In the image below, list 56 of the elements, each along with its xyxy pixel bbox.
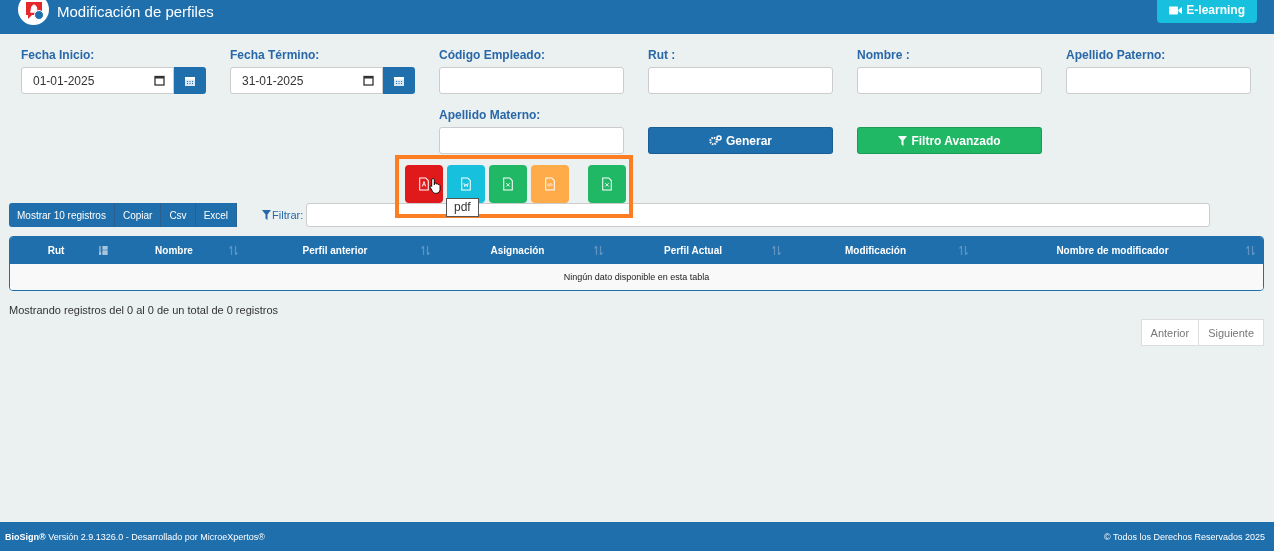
- table-tool-button[interactable]: Mostrar 10 registros: [9, 203, 115, 227]
- calendar-icon: [184, 74, 196, 87]
- code-file-icon: [544, 177, 556, 191]
- column-header[interactable]: Rut: [10, 237, 116, 264]
- calendar-button[interactable]: [383, 67, 415, 94]
- column-header[interactable]: Asignación: [438, 237, 611, 264]
- field-label: Apellido Paterno:: [1066, 48, 1167, 61]
- tooltip: pdf: [446, 198, 479, 217]
- footer-version: BioSign® Versión 2.9.1326.0 - Desarrollado por MicroeXpertos®: [5, 531, 265, 542]
- pdf-export-button[interactable]: [405, 165, 443, 203]
- pdf-file-icon: [418, 177, 430, 191]
- text-field[interactable]: [439, 67, 624, 94]
- generate-button[interactable]: Generar: [648, 127, 833, 154]
- date-field[interactable]: 31-01-2025: [230, 67, 383, 94]
- field-label: Nombre :: [857, 48, 911, 61]
- pagination-button[interactable]: Anterior: [1140, 319, 1200, 346]
- word-file-icon: [460, 177, 472, 191]
- text-field[interactable]: [648, 67, 833, 94]
- spreadsheet-file-icon: [601, 177, 613, 191]
- field-label: Código Empleado:: [439, 48, 546, 61]
- hand-cursor-icon: [429, 177, 443, 194]
- text-field[interactable]: [439, 127, 624, 154]
- spreadsheet-file-icon: [502, 177, 514, 191]
- video-camera-icon: [1169, 5, 1183, 15]
- empty-table-message: Ningún dato disponible en esta tabla: [10, 264, 1263, 290]
- code-export-button[interactable]: [531, 165, 569, 203]
- table-tool-button[interactable]: Excel: [195, 203, 238, 227]
- calendar-icon: [154, 75, 165, 86]
- footer-copyright: © Todos los Derechos Reservados 2025: [1103, 531, 1265, 542]
- table-info: Mostrando registros del 0 al 0 de un total de 0 registros: [9, 304, 280, 316]
- excel-export-button[interactable]: [588, 165, 626, 203]
- column-header[interactable]: Nombre: [116, 237, 246, 264]
- filter-field[interactable]: [306, 203, 1211, 227]
- filter-icon: [262, 210, 272, 220]
- table-tool-button[interactable]: Csv: [161, 203, 196, 227]
- text-field[interactable]: [857, 67, 1042, 94]
- table-tool-button[interactable]: Copiar: [114, 203, 162, 227]
- column-header[interactable]: Perfil Actual: [611, 237, 789, 264]
- field-label: Rut :: [648, 48, 677, 61]
- page-title: Modificación de perfiles: [57, 3, 214, 20]
- pagination-button[interactable]: Siguiente: [1199, 319, 1264, 346]
- calendar-icon: [393, 74, 405, 87]
- text-field[interactable]: [1066, 67, 1251, 94]
- column-header[interactable]: Modificación: [789, 237, 976, 264]
- date-field[interactable]: 01-01-2025: [21, 67, 174, 94]
- filter-label: Filtrar:: [272, 209, 304, 221]
- column-header[interactable]: Nombre de modificador: [976, 237, 1263, 264]
- filter-icon: [898, 135, 908, 146]
- field-label: Fecha Término:: [230, 48, 321, 61]
- calendar-icon: [363, 75, 374, 86]
- calendar-button[interactable]: [174, 67, 206, 94]
- gears-icon: [709, 135, 722, 146]
- field-label: Fecha Inicio:: [21, 48, 96, 61]
- field-label: Apellido Materno:: [439, 108, 542, 121]
- word-export-button[interactable]: [447, 165, 485, 203]
- column-header[interactable]: Perfil anterior: [246, 237, 438, 264]
